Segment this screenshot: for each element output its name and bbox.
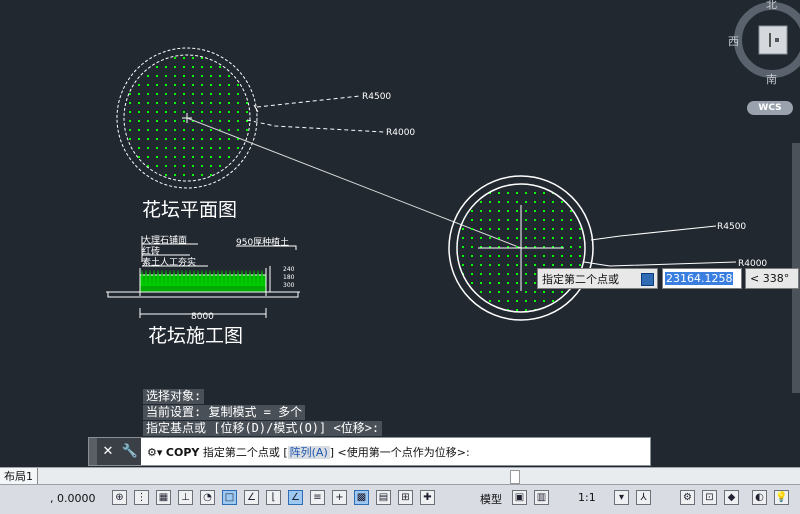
light-bulb-icon[interactable]: 💡 bbox=[774, 490, 789, 505]
dynamic-prompt-text: 指定第二个点或 bbox=[542, 272, 619, 286]
wcs-button[interactable]: WCS bbox=[747, 101, 793, 115]
dynamic-input-prompt: 指定第二个点或 bbox=[537, 268, 658, 289]
annotation-monitor-icon[interactable]: ⊞ bbox=[398, 490, 413, 505]
left-r4000-label: R4000 bbox=[386, 128, 415, 138]
quick-properties-icon[interactable]: ▩ bbox=[354, 490, 369, 505]
quick-view-layouts-icon[interactable]: ▣ bbox=[512, 490, 527, 505]
dynamic-input-icon[interactable]: ∠ bbox=[288, 490, 303, 505]
dynamic-options-icon[interactable] bbox=[641, 273, 654, 286]
copied-circle[interactable] bbox=[448, 175, 594, 321]
distance-value[interactable]: 23164.1258 bbox=[665, 272, 734, 285]
horizontal-scrollbar-thumb[interactable] bbox=[510, 470, 520, 484]
right-r4500-label: R4500 bbox=[717, 222, 746, 232]
polar-tracking-icon[interactable]: ◔ bbox=[200, 490, 215, 505]
isolate-objects-icon[interactable]: ◐ bbox=[752, 490, 767, 505]
model-space-label[interactable]: 模型 bbox=[480, 491, 502, 507]
command-line-grip[interactable] bbox=[89, 438, 97, 465]
layout-tab-bar: 布局1 bbox=[0, 467, 800, 485]
object-snap-icon[interactable]: □ bbox=[222, 490, 237, 505]
allow-ucs-icon[interactable]: ⌊ bbox=[266, 490, 281, 505]
viewcube[interactable] bbox=[734, 2, 800, 78]
right-radius-leaders bbox=[583, 225, 737, 267]
infer-constraints-icon[interactable]: ⊕ bbox=[112, 490, 127, 505]
bracket-open: [ bbox=[283, 445, 288, 459]
lock-ui-icon[interactable]: ⊡ bbox=[702, 490, 717, 505]
command-prompt-text: 指定第二个点或 bbox=[202, 445, 280, 459]
command-recent-icon[interactable]: ⚙▾ bbox=[147, 446, 162, 459]
workspace-gear-icon[interactable]: ⚙ bbox=[680, 490, 695, 505]
width-dimension: 8000 bbox=[191, 312, 214, 322]
cmd-history-line-3: 指定基点或 [位移(D)/模式(O)] <位移>: bbox=[143, 421, 383, 436]
ortho-mode-icon[interactable]: ⊥ bbox=[178, 490, 193, 505]
3d-osnap-icon[interactable]: ✚ bbox=[420, 490, 435, 505]
annotation-visibility-icon[interactable]: ▾ bbox=[614, 490, 629, 505]
dim-240: 240 bbox=[283, 266, 295, 273]
grid-display-icon[interactable]: ▦ bbox=[156, 490, 171, 505]
brick-label: 红砖 bbox=[142, 245, 160, 257]
status-bar: , 0.0000 ⊕ ⋮ ▦ ⊥ ◔ □ ∠ ⌊ ∠ ≡ + ▩ ▤ ⊞ ✚ 模… bbox=[0, 484, 800, 514]
lineweight-icon[interactable]: ≡ bbox=[310, 490, 325, 505]
plan-title: 花坛平面图 bbox=[142, 199, 237, 221]
dim-180: 180 bbox=[283, 274, 295, 281]
annotation-scale[interactable]: 1:1 bbox=[578, 491, 596, 504]
viewcube-west[interactable]: 西 bbox=[728, 35, 739, 48]
section-detail[interactable] bbox=[106, 236, 300, 318]
left-r4500-label: R4500 bbox=[362, 92, 391, 102]
close-icon[interactable]: ✕ bbox=[97, 438, 119, 465]
wrench-icon[interactable]: 🔧 bbox=[119, 438, 141, 465]
command-prompt[interactable]: ⚙▾ COPY 指定第二个点或 [阵列(A)] <使用第一个点作为位移>: bbox=[147, 444, 470, 460]
cmd-history-line-2: 当前设置: 复制模式 = 多个 bbox=[143, 405, 306, 420]
command-name: COPY bbox=[165, 445, 200, 459]
bracket-close: ] bbox=[329, 445, 335, 459]
command-line[interactable]: ✕ 🔧 ⚙▾ COPY 指定第二个点或 [阵列(A)] <使用第一个点作为位移>… bbox=[88, 437, 651, 466]
array-option[interactable]: 阵列(A) bbox=[287, 445, 330, 459]
viewcube-south[interactable]: 南 bbox=[766, 73, 777, 86]
marble-label: 大理石铺面 bbox=[142, 234, 187, 246]
dim-300: 300 bbox=[283, 282, 295, 289]
planting-soil-label: 950厚种植土 bbox=[236, 236, 289, 248]
object-snap-tracking-icon[interactable]: ∠ bbox=[244, 490, 259, 505]
soil-label: 素土人工夯实 bbox=[142, 256, 196, 268]
snap-mode-icon[interactable]: ⋮ bbox=[134, 490, 149, 505]
angle-input[interactable]: < 338° bbox=[745, 268, 799, 289]
hardware-acceleration-icon[interactable]: ◆ bbox=[724, 490, 739, 505]
cmd-history-line-1: 选择对象: bbox=[143, 389, 205, 404]
distance-input[interactable]: 23164.1258 bbox=[662, 268, 742, 289]
autoscale-icon[interactable]: ⅄ bbox=[636, 490, 651, 505]
command-default-text: <使用第一个点作为位移>: bbox=[337, 445, 470, 459]
selection-cycling-icon[interactable]: ▤ bbox=[376, 490, 391, 505]
transparency-icon[interactable]: + bbox=[332, 490, 347, 505]
tab-layout1[interactable]: 布局1 bbox=[0, 468, 38, 485]
coordinate-readout[interactable]: , 0.0000 bbox=[50, 492, 95, 505]
quick-view-drawings-icon[interactable]: ▥ bbox=[534, 490, 549, 505]
viewcube-north[interactable]: 北 bbox=[766, 0, 777, 11]
section-title: 花坛施工图 bbox=[148, 325, 243, 347]
